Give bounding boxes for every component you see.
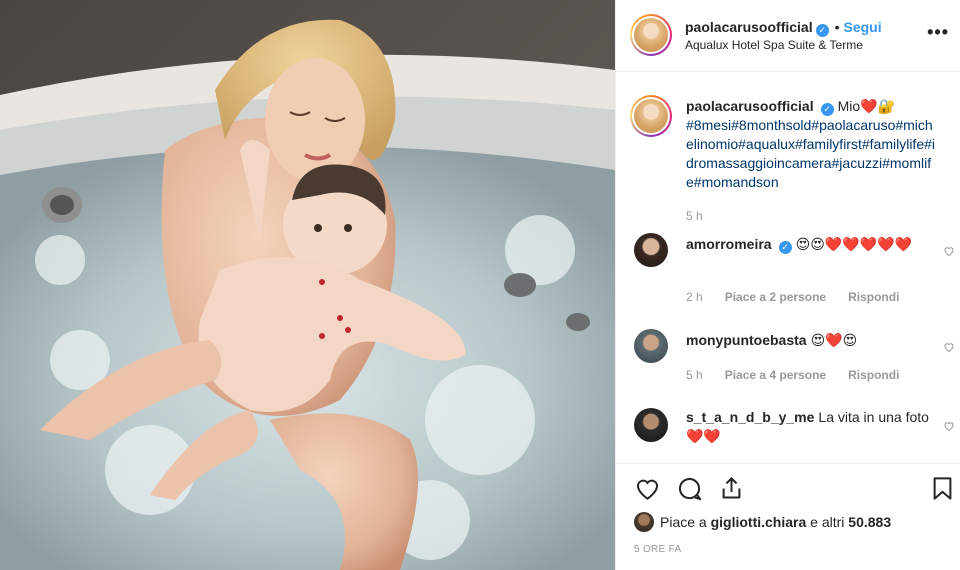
caption-block: paolacarusoofficial ✓ Mio❤️🔐 #8mesi#8month… (616, 73, 960, 233)
reply-button[interactable]: Rispondi (848, 290, 899, 304)
verified-badge-icon: ✓ (778, 241, 792, 254)
comment-username[interactable]: amorromeira (686, 236, 772, 252)
separator-dot: • (834, 19, 840, 35)
share-icon[interactable] (718, 475, 745, 502)
author-username[interactable]: paolacarusoofficial (685, 19, 813, 35)
caption-text: paolacarusoofficial ✓ Mio❤️🔐 #8mesi#8month… (686, 97, 936, 192)
likes-prefix: Piace a (660, 514, 707, 530)
comment-text: monypuntoebasta 😍❤️😍 (686, 331, 936, 350)
comment-text: s_t_a_n_d_b_y_me La vita in una foto❤️❤️ (686, 408, 931, 446)
liker-username[interactable]: gigliotti.chiara (711, 514, 807, 530)
post-photo[interactable] (0, 0, 615, 570)
reply-button[interactable]: Rispondi (848, 368, 899, 382)
comment-like-heart-icon[interactable] (943, 420, 955, 432)
caption-meta: 5 h (686, 209, 725, 223)
commenter-avatar[interactable] (634, 329, 668, 363)
likes-count[interactable]: 50.883 (848, 514, 891, 530)
verified-badge-icon: ✓ (820, 103, 834, 116)
comment-bubble-icon[interactable] (676, 475, 703, 502)
bathtub-photo-illustration (0, 0, 615, 570)
liker-avatar[interactable] (634, 512, 654, 532)
comment-time[interactable]: 2 h (686, 290, 703, 304)
author-name-row: paolacarusoofficial ✓ • Segui (685, 19, 882, 37)
author-avatar[interactable] (630, 14, 672, 56)
action-bar (616, 463, 960, 511)
comment-body: 😍❤️😍 (810, 332, 858, 348)
comment-likes[interactable]: Piace a 4 persone (725, 368, 826, 382)
caption-hashtags[interactable]: #8mesi#8monthsold#paolacaruso#michelinom… (686, 117, 935, 190)
caption-avatar[interactable] (630, 95, 672, 137)
comment-time[interactable]: 5 h (686, 368, 703, 382)
follow-button[interactable]: Segui (844, 19, 882, 35)
likes-middle: e altri (810, 514, 845, 530)
caption-prefix: Mio❤️🔐 (837, 98, 896, 114)
comment-like-heart-icon[interactable] (943, 245, 955, 257)
likes-summary: Piace a gigliotti.chiara e altri 50.883 (634, 512, 891, 532)
comment-likes[interactable]: Piace a 2 persone (725, 290, 826, 304)
post-timestamp[interactable]: 5 ORE FA (634, 544, 681, 555)
verified-badge-icon: ✓ (815, 24, 829, 37)
post-location[interactable]: Aqualux Hotel Spa Suite & Terme (685, 38, 863, 52)
comment-like-heart-icon[interactable] (943, 341, 955, 353)
comment-item: amorromeira ✓ 😍😍❤️❤️❤️❤️❤️ 2 h Piace a 2 pe… (616, 223, 960, 313)
comments-list[interactable]: paolacarusoofficial ✓ Mio❤️🔐 #8mesi#8month… (616, 73, 960, 463)
bookmark-icon[interactable] (929, 475, 956, 502)
post-header: paolacarusoofficial ✓ • Segui Aqualux Hotel… (616, 0, 960, 72)
commenter-avatar[interactable] (634, 233, 668, 267)
comment-text: amorromeira ✓ 😍😍❤️❤️❤️❤️❤️ (686, 235, 936, 254)
commenter-avatar[interactable] (634, 408, 668, 442)
comment-username[interactable]: monypuntoebasta (686, 332, 807, 348)
caption-username[interactable]: paolacarusoofficial (686, 98, 814, 114)
comment-meta: 2 h Piace a 2 persone Rispondi (686, 290, 921, 304)
comment-item: monypuntoebasta 😍❤️😍 5 h Piace a 4 persone… (616, 321, 960, 399)
comment-body: 😍😍❤️❤️❤️❤️❤️ (795, 236, 912, 252)
comment-meta: 5 h Piace a 4 persone Rispondi (686, 368, 921, 382)
caption-time[interactable]: 5 h (686, 209, 703, 223)
more-options-icon[interactable]: ••• (927, 22, 949, 43)
post-side-panel: paolacarusoofficial ✓ • Segui Aqualux Hotel… (615, 0, 960, 570)
comment-item: s_t_a_n_d_b_y_me La vita in una foto❤️❤️ (616, 400, 960, 463)
heart-outline-icon[interactable] (634, 475, 661, 502)
comment-username[interactable]: s_t_a_n_d_b_y_me (686, 409, 814, 425)
